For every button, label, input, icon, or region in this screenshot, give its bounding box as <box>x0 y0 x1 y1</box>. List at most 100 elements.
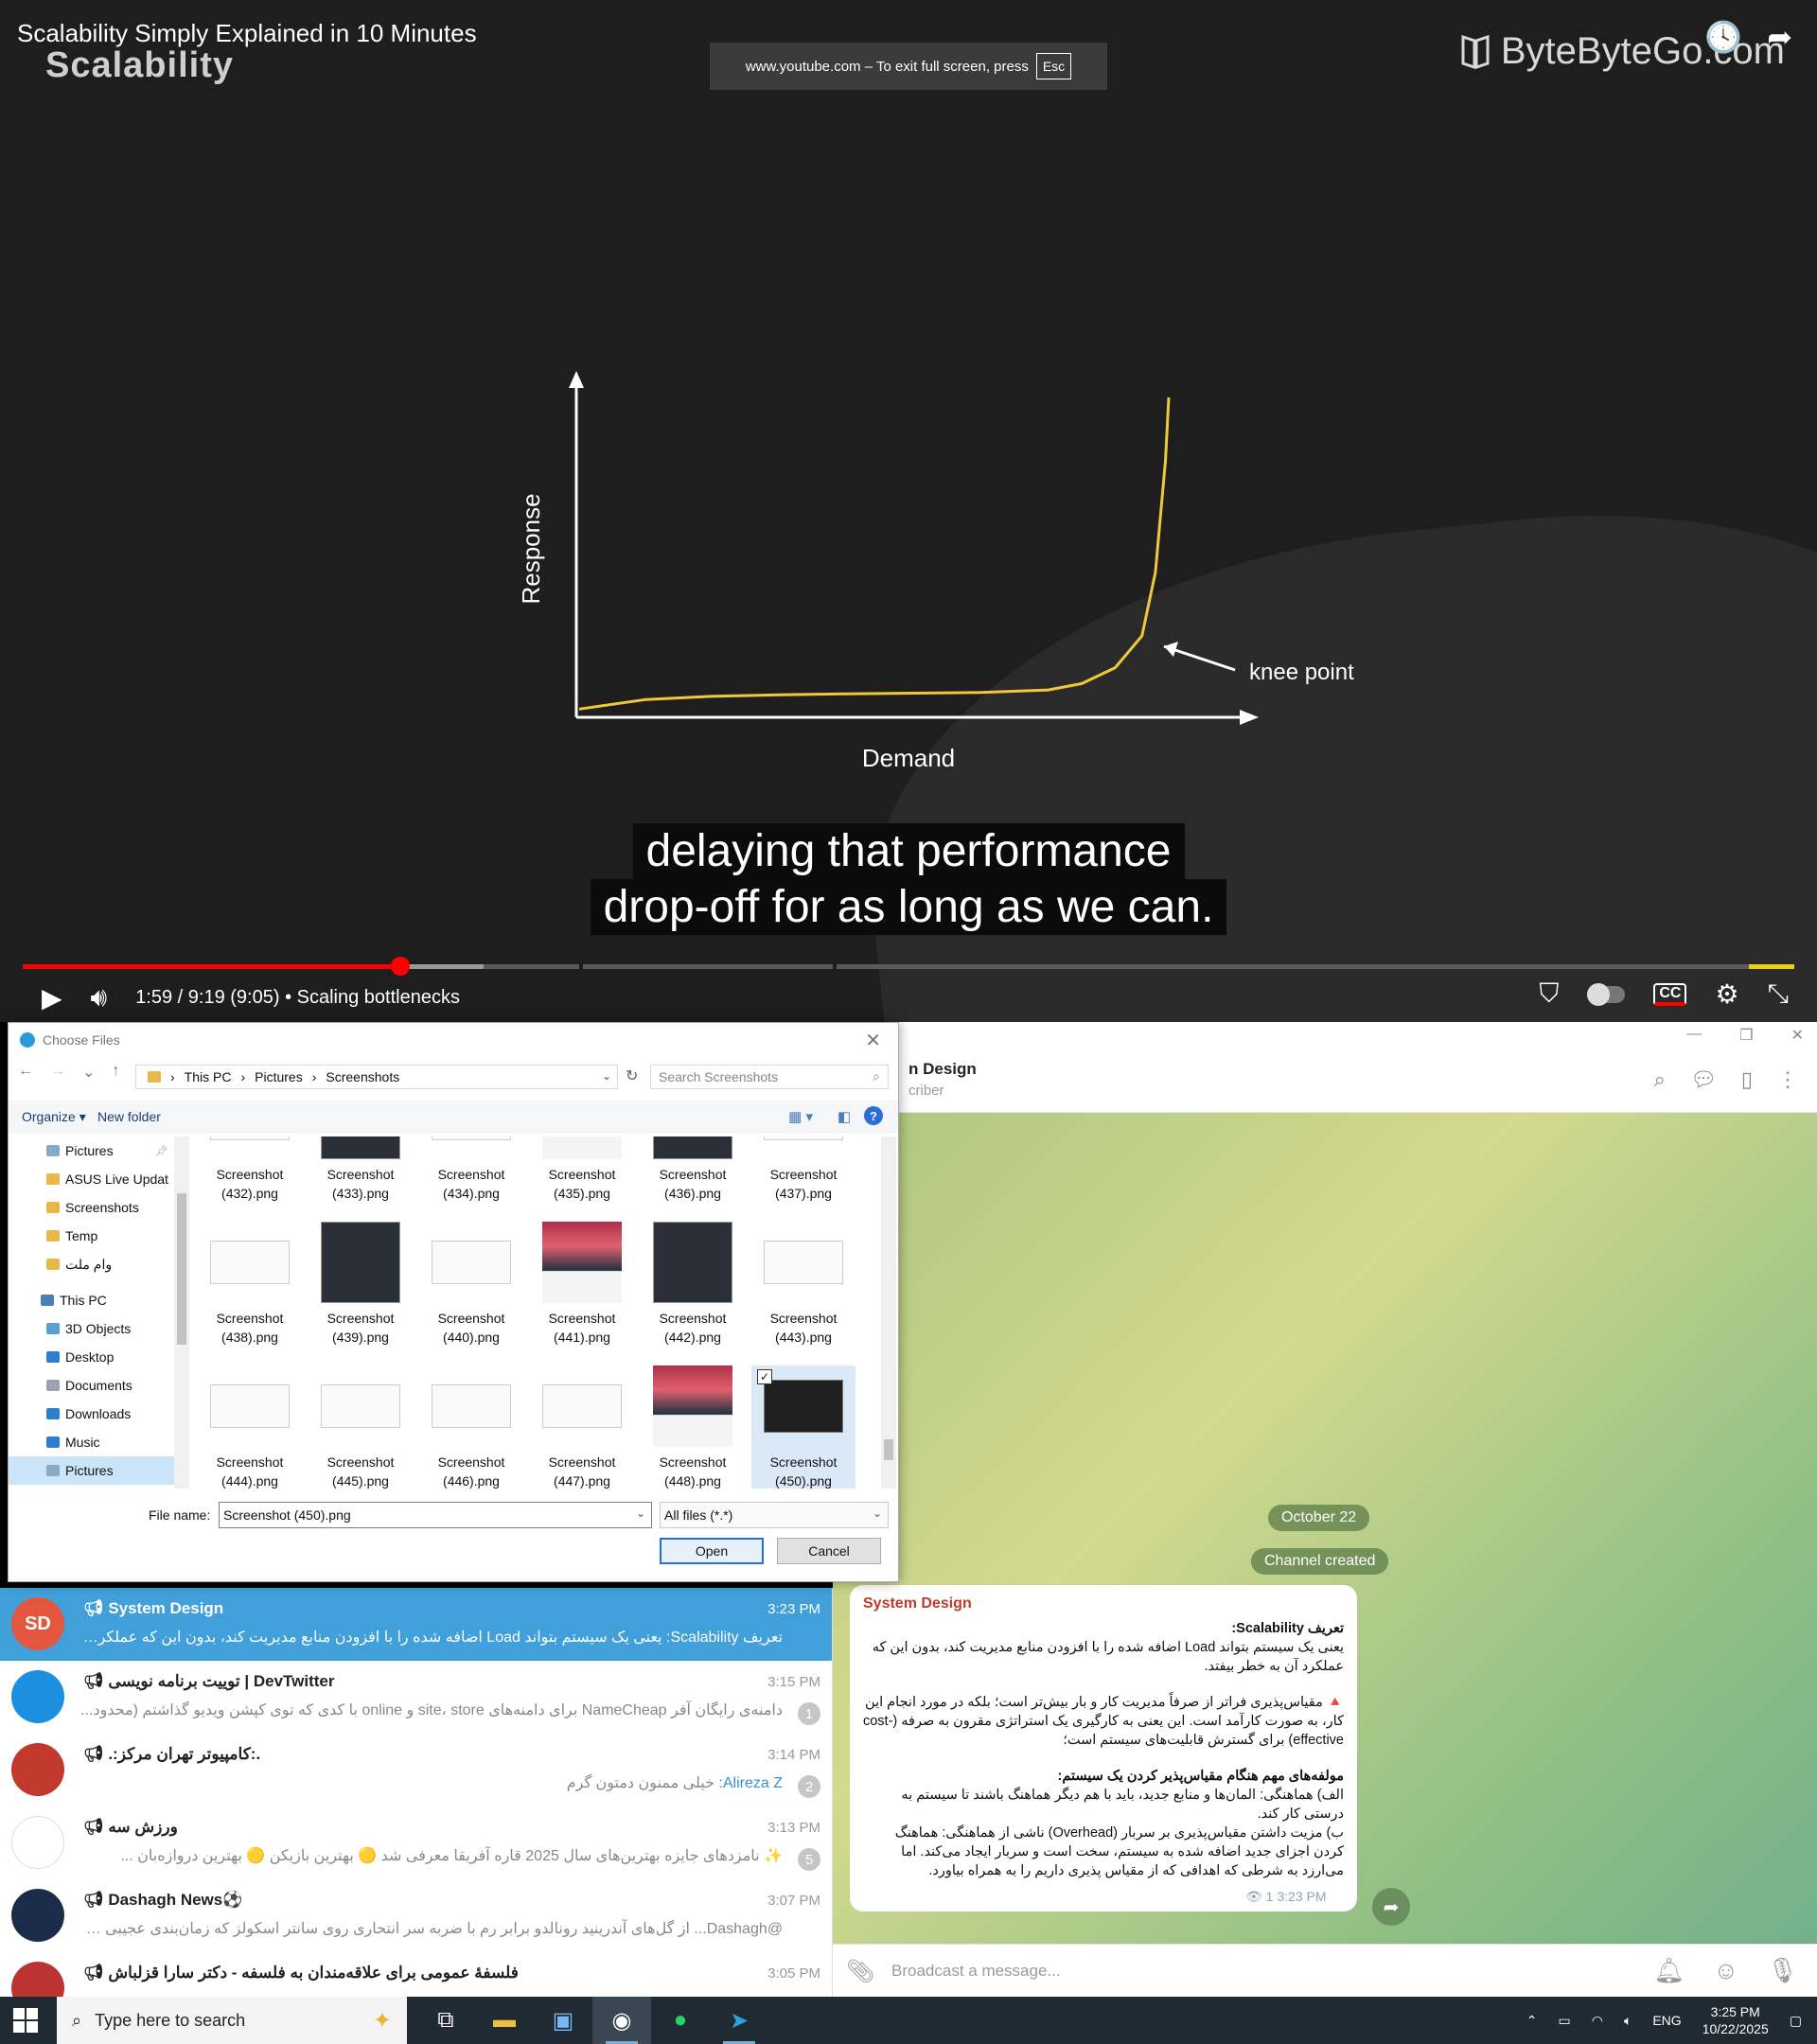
channel-message[interactable]: System Design تعریف Scalability: یعنی یک… <box>850 1585 1357 1912</box>
navigation-scrollbar[interactable] <box>174 1137 189 1489</box>
new-folder-button[interactable]: New folder <box>97 1109 161 1124</box>
file-item[interactable]: Screenshot (446).png <box>419 1366 523 1489</box>
subtitles-button[interactable]: CC <box>1653 982 1687 1006</box>
up-icon[interactable]: ↑ <box>112 1063 119 1082</box>
settings-icon[interactable]: ⚙ <box>1715 978 1738 1010</box>
chapter-segment[interactable] <box>583 964 833 969</box>
play-icon[interactable]: ▶ <box>42 982 62 1013</box>
recent-dropdown-icon[interactable]: ⌄ <box>82 1063 95 1082</box>
taskbar-search[interactable]: ⌕ Type here to search ✦ <box>57 1997 407 2044</box>
progress-bar[interactable] <box>23 957 1794 976</box>
chrome-icon[interactable]: ◉ <box>592 1997 651 2044</box>
volume-icon[interactable]: 🔊︎ <box>91 982 108 1013</box>
message-input[interactable]: Broadcast a message... <box>891 1962 1061 1981</box>
file-item[interactable]: Screenshot (438).png <box>198 1222 302 1347</box>
file-item[interactable]: Screenshot (441).png <box>530 1222 634 1347</box>
chapter-segment[interactable] <box>837 964 1794 969</box>
shield-icon[interactable]: ⛉ <box>1539 978 1559 1010</box>
chat-list-item[interactable]: 📢︎ Dashagh News⚽️ 3:07 PM @Dashagh... از گ… <box>0 1879 832 1952</box>
telegram-icon[interactable]: ➤ <box>710 1997 768 2044</box>
open-button[interactable]: Open <box>660 1538 764 1564</box>
organize-button[interactable]: Organize ▾ <box>22 1109 86 1125</box>
tree-item[interactable]: 3D Objects <box>9 1314 174 1343</box>
file-scrollbar[interactable] <box>881 1137 896 1489</box>
checkbox[interactable]: ✓ <box>757 1369 772 1384</box>
tree-item[interactable]: Pictures <box>9 1456 174 1485</box>
bell-icon[interactable]: 🔔︎ <box>1653 1956 1685 1985</box>
view-options-icon[interactable]: ▦ ▾ <box>788 1108 813 1125</box>
store-icon[interactable]: ▣ <box>534 1997 592 2044</box>
file-explorer-icon[interactable]: ▬ <box>475 1997 534 2044</box>
forward-icon[interactable]: → <box>50 1063 65 1082</box>
chat-list-item[interactable]: 📢︎ فلسفهٔ عمومی برای علاقه‌مندان به فلسف… <box>0 1952 832 1997</box>
close-icon[interactable]: ✕ <box>865 1029 881 1052</box>
language-indicator[interactable]: ENG <box>1652 2013 1681 2028</box>
chat-list-item[interactable]: SD 📢︎ System Design 3:23 PM تعریف Scalabili… <box>0 1588 832 1661</box>
wifi-icon[interactable]: ◠ <box>1592 2013 1603 2029</box>
search-icon[interactable]: ⌕ <box>1654 1067 1666 1092</box>
file-name-input[interactable]: Screenshot (450).png ⌄ <box>219 1502 652 1528</box>
maximize-icon[interactable]: ❐ <box>1739 1026 1753 1045</box>
chat-list-item[interactable]: 📢︎ توییت برنامه نویسی | DevTwitter 3:15 P… <box>0 1661 832 1734</box>
file-item[interactable]: Screenshot (445).png <box>309 1366 413 1489</box>
emoji-icon[interactable]: ☺ <box>1713 1956 1738 1985</box>
autoplay-toggle[interactable] <box>1587 982 1626 1006</box>
file-item[interactable]: Screenshot (442).png <box>641 1222 745 1347</box>
file-item[interactable]: Screenshot (450).png ✓ <box>751 1366 856 1489</box>
file-item[interactable]: Screenshot (443).png <box>751 1222 856 1347</box>
cancel-button[interactable]: Cancel <box>777 1538 881 1564</box>
search-input[interactable]: Search Screenshots ⌕ <box>650 1065 889 1089</box>
windows-start-icon[interactable] <box>13 2008 38 2033</box>
tree-item[interactable]: Downloads <box>9 1400 174 1428</box>
task-view-icon[interactable]: ⧉ <box>416 1997 475 2044</box>
microphone-icon[interactable]: 🎙︎ <box>1767 1956 1798 1985</box>
battery-icon[interactable]: ▭ <box>1558 2013 1570 2029</box>
preview-pane-icon[interactable]: ◧ <box>838 1108 851 1125</box>
file-item[interactable]: Screenshot (436).png <box>641 1137 745 1203</box>
tree-item[interactable]: Documents <box>9 1371 174 1400</box>
volume-icon[interactable]: 🔈︎ <box>1624 2013 1632 2029</box>
file-item[interactable]: Screenshot (437).png <box>751 1137 856 1203</box>
chat-header[interactable]: n Design criber ⌕ 💬︎ ▯ ⋮ <box>833 1050 1817 1113</box>
help-icon[interactable]: ? <box>864 1106 883 1125</box>
file-item[interactable]: Screenshot (434).png <box>419 1137 523 1203</box>
voice-chat-icon[interactable]: 💬︎ <box>1690 1067 1717 1092</box>
tree-item[interactable]: ASUS Live Updat <box>9 1165 174 1193</box>
forward-icon[interactable]: ➦ <box>1372 1888 1410 1926</box>
chevron-down-icon[interactable]: ⌄ <box>636 1507 645 1520</box>
tree-item[interactable]: وام ملت <box>9 1250 174 1278</box>
video-player[interactable]: Scalability Scalability Simply Explained… <box>0 0 1817 1022</box>
file-item[interactable]: Screenshot (444).png <box>198 1366 302 1489</box>
breadcrumb-this-pc[interactable]: This PC <box>185 1069 232 1084</box>
clock[interactable]: 3:25 PM 10/22/2025 <box>1702 2003 1769 2037</box>
minimize-icon[interactable]: — <box>1686 1026 1702 1045</box>
tree-item[interactable]: This PC <box>9 1286 174 1314</box>
file-item[interactable]: Screenshot (433).png <box>309 1137 413 1203</box>
file-item[interactable]: Screenshot (448).png <box>641 1366 745 1489</box>
tree-item[interactable]: Music <box>9 1428 174 1456</box>
chat-list-item[interactable]: 📢︎ ورزش سه 3:13 PM ✨ نامزدهای جایزه بهترین… <box>0 1806 832 1879</box>
file-item[interactable]: Screenshot (435).png <box>530 1137 634 1203</box>
chat-list-item[interactable]: 📢︎ .:کامپیوتر تهران مرکز:. 3:14 PM Alireza… <box>0 1734 832 1806</box>
attach-icon[interactable]: 📎︎ <box>846 1958 874 1985</box>
back-icon[interactable]: ← <box>18 1063 33 1082</box>
whatsapp-icon[interactable]: ● <box>651 1997 710 2044</box>
file-item[interactable]: Screenshot (440).png <box>419 1222 523 1347</box>
notifications-icon[interactable]: ▢ <box>1790 2013 1802 2029</box>
refresh-icon[interactable]: ↻ <box>626 1066 638 1085</box>
exit-fullscreen-icon[interactable]: ⤡ <box>1768 978 1789 1010</box>
file-item[interactable]: Screenshot (439).png <box>309 1222 413 1347</box>
more-icon[interactable]: ⋮ <box>1777 1067 1798 1092</box>
scrubber-handle[interactable] <box>390 957 410 976</box>
chevron-down-icon[interactable]: ⌄ <box>873 1507 882 1520</box>
tree-item[interactable]: Temp <box>9 1222 174 1250</box>
file-item[interactable]: Screenshot (432).png <box>198 1137 302 1203</box>
message-composer[interactable]: 📎︎ Broadcast a message... 🔔︎ ☺ 🎙︎ <box>833 1944 1817 1997</box>
chevron-up-icon[interactable]: ⌃ <box>1526 2013 1538 2029</box>
chevron-down-icon[interactable]: ⌄ <box>602 1069 611 1083</box>
file-item[interactable]: Screenshot (447).png <box>530 1366 634 1489</box>
sidebar-icon[interactable]: ▯ <box>1741 1067 1753 1092</box>
breadcrumb-screenshots[interactable]: Screenshots <box>326 1069 399 1084</box>
watch-later-icon[interactable]: 🕓 <box>1704 19 1742 55</box>
tree-item[interactable]: Pictures 📌︎ <box>9 1137 174 1165</box>
